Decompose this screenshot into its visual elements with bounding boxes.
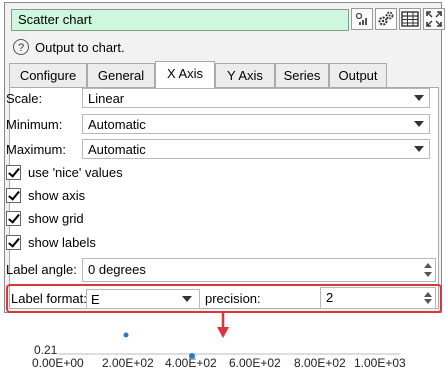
label-format-label: Label format: (11, 291, 87, 306)
tab-series[interactable]: Series (275, 63, 329, 87)
nice-values-checkbox-row[interactable]: use 'nice' values (6, 165, 123, 180)
help-row: ? Output to chart. (13, 37, 125, 57)
spin-up-icon[interactable] (424, 292, 432, 297)
x-tick-label: 2.00E+02 (102, 356, 154, 370)
data-point (123, 332, 129, 338)
show-labels-checkbox[interactable] (6, 235, 21, 250)
label-angle-label: Label angle: (6, 262, 77, 277)
nice-values-label: use 'nice' values (28, 165, 123, 180)
tab-general[interactable]: General (87, 63, 155, 87)
maximum-label: Maximum: (6, 142, 66, 157)
show-axis-checkbox-row[interactable]: show axis (6, 188, 85, 203)
tab-configure[interactable]: Configure (9, 63, 87, 87)
tab-bar: Configure General X Axis Y Axis Series O… (9, 61, 439, 88)
precision-field[interactable]: 2 (320, 287, 436, 309)
table-icon (401, 11, 419, 27)
chart-preview-plot (58, 332, 400, 358)
minimum-value: Automatic (88, 117, 146, 132)
label-format-dropdown[interactable]: E (86, 289, 200, 309)
help-icon[interactable]: ? (13, 39, 29, 55)
x-tick-label: 8.00E+02 (294, 356, 346, 370)
x-tick-label: 4.00E+02 (165, 356, 217, 370)
gears-icon (378, 11, 394, 26)
help-text: Output to chart. (35, 39, 125, 55)
minimum-label: Minimum: (6, 117, 63, 132)
nice-values-checkbox[interactable] (6, 165, 21, 180)
show-grid-label: show grid (28, 211, 84, 226)
maximum-dropdown[interactable]: Automatic (82, 139, 430, 159)
chevron-down-icon (182, 296, 192, 302)
tab-x-axis[interactable]: X Axis (155, 61, 215, 88)
label-angle-spinner[interactable]: 0 degrees (82, 258, 436, 282)
maximum-value: Automatic (88, 142, 146, 157)
x-tick-label: 1.00E+03 (354, 356, 406, 370)
chart-settings-icon (355, 12, 367, 25)
chevron-down-icon (414, 146, 424, 152)
x-tick-label: 0.00E+00 (32, 356, 84, 370)
show-grid-checkbox-row[interactable]: show grid (6, 211, 84, 226)
data-table-button[interactable] (399, 8, 421, 30)
show-axis-checkbox[interactable] (6, 188, 21, 203)
show-axis-label: show axis (28, 188, 86, 203)
chart-settings-button[interactable] (351, 8, 373, 30)
scale-label: Scale: (6, 91, 43, 106)
tab-y-axis[interactable]: Y Axis (215, 63, 275, 87)
tab-output[interactable]: Output (329, 63, 387, 87)
spin-up-icon[interactable] (424, 263, 432, 268)
label-format-value: E (91, 292, 100, 307)
expand-icon (426, 11, 442, 27)
label-angle-value: 0 degrees (88, 262, 146, 277)
minimum-dropdown[interactable]: Automatic (82, 114, 430, 134)
chevron-down-icon (414, 121, 424, 127)
show-grid-checkbox[interactable] (6, 211, 21, 226)
chevron-down-icon (414, 95, 424, 101)
x-tick-label: 6.00E+02 (229, 356, 281, 370)
spin-down-icon[interactable] (424, 272, 432, 277)
spin-down-icon[interactable] (424, 299, 432, 304)
precision-label: precision: (205, 291, 261, 306)
advanced-settings-button[interactable] (375, 8, 397, 30)
scale-value: Linear (88, 91, 125, 106)
expand-button[interactable] (423, 8, 445, 30)
show-labels-label: show labels (28, 235, 96, 250)
precision-value: 2 (326, 290, 334, 305)
scale-dropdown[interactable]: Linear (82, 88, 430, 108)
show-labels-checkbox-row[interactable]: show labels (6, 235, 96, 250)
chart-title-field[interactable]: Scatter chart (11, 9, 349, 31)
